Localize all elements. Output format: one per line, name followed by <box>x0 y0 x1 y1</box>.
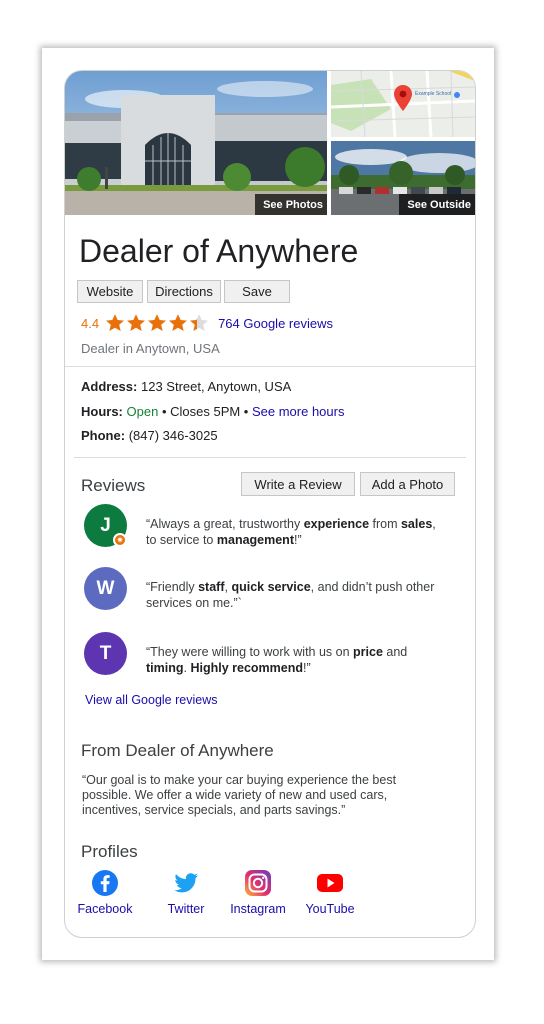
review-text-part: “Friendly <box>146 580 199 594</box>
save-button[interactable]: Save <box>224 280 290 303</box>
review-highlight: experience <box>303 517 370 531</box>
business-name: Dealer of Anywhere <box>79 233 359 269</box>
review-highlight: sales <box>400 517 433 531</box>
see-outside-label[interactable]: See Outside <box>399 194 475 215</box>
hours-line: Hours: Open • Closes 5PM • See more hour… <box>81 404 344 419</box>
star-icon <box>190 314 209 331</box>
view-all-reviews-link[interactable]: View all Google reviews <box>85 693 217 707</box>
instagram-icon <box>245 870 271 896</box>
review-highlight: management <box>216 533 294 547</box>
profile-label[interactable]: YouTube <box>295 902 365 916</box>
divider <box>74 457 466 458</box>
star-rating <box>105 313 209 333</box>
review-text-part: “They were willing to work with us on <box>146 645 354 659</box>
phone-value[interactable]: (847) 346-3025 <box>129 428 218 443</box>
review-snippet[interactable]: “Friendly staff, quick service, and didn… <box>146 579 446 611</box>
star-icon <box>127 314 146 331</box>
reviewer-avatar[interactable]: W <box>84 567 127 610</box>
address-value: 123 Street, Anytown, USA <box>140 379 292 394</box>
about-heading: From Dealer of Anywhere <box>81 741 274 760</box>
see-more-hours-link[interactable]: See more hours <box>252 404 345 419</box>
youtube-icon <box>317 874 343 892</box>
hours-label: Hours: <box>81 404 123 419</box>
website-button[interactable]: Website <box>77 280 143 303</box>
review-highlight: staff <box>198 580 225 594</box>
star-icon <box>169 314 188 331</box>
phone-label: Phone: <box>81 428 126 443</box>
add-photo-button[interactable]: Add a Photo <box>360 472 455 496</box>
profile-label[interactable]: Instagram <box>223 902 293 916</box>
google-reviews-link[interactable]: 764 Google reviews <box>218 316 333 331</box>
outside-photo[interactable]: See Outside <box>331 141 475 215</box>
hours-closes: • Closes 5PM • <box>161 404 249 419</box>
reviewer-avatar[interactable]: T <box>84 632 127 675</box>
profile-youtube[interactable]: YouTube <box>295 869 365 916</box>
review-text-part: and <box>382 645 408 659</box>
address-label: Address: <box>81 379 138 394</box>
review-text-part: !” <box>302 661 311 675</box>
review-text-part: !” <box>293 533 302 547</box>
review-highlight: price <box>353 645 383 659</box>
reviews-heading: Reviews <box>81 476 146 495</box>
profile-twitter[interactable]: Twitter <box>151 869 221 916</box>
profile-facebook[interactable]: Facebook <box>70 869 140 916</box>
directions-button[interactable]: Directions <box>147 280 221 303</box>
local-guide-badge-icon: ✷ <box>113 533 127 547</box>
location-pin-icon <box>394 85 412 111</box>
hours-status: Open <box>126 404 159 419</box>
review-snippet[interactable]: “They were willing to work with us on pr… <box>146 644 446 676</box>
photo-strip: See Photos Example School See Outside <box>65 71 475 215</box>
review-text-part: from <box>369 517 401 531</box>
see-photos-label[interactable]: See Photos <box>255 194 327 215</box>
divider <box>65 366 475 367</box>
dealership-photo[interactable]: See Photos <box>65 71 327 215</box>
business-panel: See Photos Example School See Outside De… <box>64 70 476 938</box>
about-description: “Our goal is to make your car buying exp… <box>82 773 397 817</box>
write-review-button[interactable]: Write a Review <box>241 472 355 496</box>
review-highlight: quick service <box>231 580 311 594</box>
facebook-icon <box>92 870 118 896</box>
profile-instagram[interactable]: Instagram <box>223 869 293 916</box>
map-place-label: Example School <box>415 91 452 97</box>
review-snippet[interactable]: “Always a great, trustworthy experience … <box>146 516 446 548</box>
star-icon <box>106 314 125 331</box>
business-category: Dealer in Anytown, USA <box>81 341 220 356</box>
profiles-heading: Profiles <box>81 842 138 861</box>
review-highlight: timing <box>146 661 184 675</box>
review-text-part: “Always a great, trustworthy <box>146 517 304 531</box>
phone-line: Phone: (847) 346-3025 <box>81 428 218 443</box>
star-icon <box>148 314 167 331</box>
rating-value: 4.4 <box>81 315 100 331</box>
profile-label[interactable]: Twitter <box>151 902 221 916</box>
address-line: Address: 123 Street, Anytown, USA <box>81 379 291 394</box>
rating-row: 4.4 764 Google reviews <box>81 312 333 334</box>
profile-label[interactable]: Facebook <box>70 902 140 916</box>
map-thumbnail[interactable]: Example School <box>331 71 475 137</box>
review-highlight: Highly recommend <box>190 661 303 675</box>
twitter-icon <box>174 873 198 893</box>
